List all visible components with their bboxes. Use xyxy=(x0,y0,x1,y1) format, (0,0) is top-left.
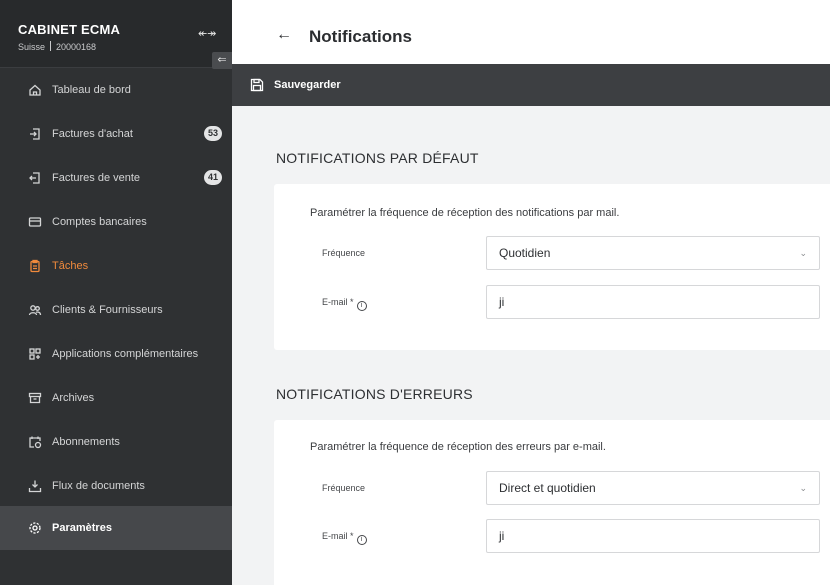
sidebar: CABINET ECMA Suisse 20000168 ↞↠ ⇐ Tableau… xyxy=(0,0,232,585)
email-field-value: ji xyxy=(499,529,505,543)
gear-icon xyxy=(28,521,42,535)
save-button-label: Sauvegarder xyxy=(274,79,341,91)
card-description: Paramétrer la fréquence de réception des… xyxy=(310,207,620,219)
invoice-out-icon xyxy=(28,171,42,185)
sidebar-item-label: Factures d'achat xyxy=(52,128,133,140)
sidebar-item-clients-suppliers[interactable]: Clients & Fournisseurs xyxy=(0,288,232,332)
app-window: CABINET ECMA Suisse 20000168 ↞↠ ⇐ Tableau… xyxy=(0,0,830,585)
default-notifications-card: Paramétrer la fréquence de réception des… xyxy=(274,184,830,350)
count-badge: 53 xyxy=(204,126,223,141)
section-title-default-notifications: NOTIFICATIONS PAR DÉFAUT xyxy=(276,150,479,166)
collapse-sidebar-button[interactable]: ⇐ xyxy=(212,52,232,69)
chevron-down-icon: ⌄ xyxy=(799,483,807,493)
frequency-select[interactable]: Direct et quotidien ⌄ xyxy=(486,471,820,505)
sidebar-item-label: Flux de documents xyxy=(52,480,145,492)
sidebar-item-label: Tâches xyxy=(52,260,89,272)
error-notifications-card: Paramétrer la fréquence de réception des… xyxy=(274,420,830,585)
credit-card-icon xyxy=(28,215,42,229)
sidebar-item-label: Paramètres xyxy=(52,522,112,534)
sidebar-item-subscriptions[interactable]: Abonnements xyxy=(0,420,232,464)
sidebar-item-purchase-invoices[interactable]: Factures d'achat 53 xyxy=(0,112,232,156)
info-icon[interactable]: i xyxy=(356,535,367,545)
frequency-select[interactable]: Quotidien ⌄ xyxy=(486,236,820,270)
sidebar-item-label: Applications complémentaires xyxy=(52,348,199,360)
sidebar-item-archives[interactable]: Archives xyxy=(0,376,232,420)
home-icon xyxy=(28,83,42,97)
card-description: Paramétrer la fréquence de réception des… xyxy=(310,441,606,453)
sidebar-item-addons[interactable]: Applications complémentaires xyxy=(0,332,232,376)
main-content: ← Notifications Sauvegarder NOTIFICATION… xyxy=(232,0,830,585)
page-header: ← Notifications xyxy=(232,0,830,64)
frequency-label: Fréquence xyxy=(322,248,366,258)
sidebar-item-label: Clients & Fournisseurs xyxy=(52,304,163,316)
calendar-renew-icon xyxy=(28,435,42,449)
users-icon xyxy=(28,303,42,317)
company-country: Suisse xyxy=(18,42,46,52)
apps-icon xyxy=(28,347,42,361)
sidebar-item-dashboard[interactable]: Tableau de bord xyxy=(0,68,232,112)
email-field[interactable]: ji xyxy=(486,285,820,319)
sidebar-item-tasks[interactable]: Tâches xyxy=(0,244,232,288)
sidebar-item-label: Factures de vente xyxy=(52,172,141,184)
frequency-label: Fréquence xyxy=(322,483,366,493)
company-account-id: 20000168 xyxy=(56,42,97,52)
count-badge: 41 xyxy=(204,170,223,185)
sidebar-item-label: Abonnements xyxy=(52,436,120,448)
sidebar-item-settings[interactable]: Paramètres xyxy=(0,506,232,550)
swap-company-icon[interactable]: ↞↠ xyxy=(198,27,216,40)
sidebar-item-document-flows[interactable]: Flux de documents xyxy=(0,464,232,508)
sidebar-item-label: Comptes bancaires xyxy=(52,216,147,228)
invoice-in-icon xyxy=(28,127,42,141)
back-arrow-icon[interactable]: ← xyxy=(276,26,292,44)
email-label: E-mail * i xyxy=(322,531,367,545)
frequency-select-value: Direct et quotidien xyxy=(499,481,596,495)
info-icon[interactable]: i xyxy=(356,301,367,311)
email-label-text: E-mail * xyxy=(322,297,354,307)
chevron-down-icon: ⌄ xyxy=(799,248,807,258)
section-title-error-notifications: NOTIFICATIONS D'ERREURS xyxy=(276,386,473,402)
company-details: Suisse 20000168 xyxy=(18,41,96,52)
sidebar-item-sales-invoices[interactable]: Factures de vente 41 xyxy=(0,156,232,200)
company-name: CABINET ECMA xyxy=(18,22,121,37)
email-label: E-mail * i xyxy=(322,297,367,311)
sidebar-item-label: Archives xyxy=(52,392,95,404)
clipboard-icon xyxy=(28,259,42,273)
email-label-text: E-mail * xyxy=(322,531,354,541)
toolbar: Sauvegarder xyxy=(232,64,830,106)
sidebar-item-bank-accounts[interactable]: Comptes bancaires xyxy=(0,200,232,244)
sidebar-item-label: Tableau de bord xyxy=(52,84,131,96)
email-field[interactable]: ji xyxy=(486,519,820,553)
email-field-value: ji xyxy=(499,295,505,309)
archive-icon xyxy=(28,391,42,405)
company-switcher[interactable]: CABINET ECMA Suisse 20000168 ↞↠ xyxy=(0,0,232,68)
page-title: Notifications xyxy=(309,27,412,46)
frequency-select-value: Quotidien xyxy=(499,246,551,260)
download-tray-icon xyxy=(28,479,42,493)
save-icon xyxy=(250,78,264,92)
